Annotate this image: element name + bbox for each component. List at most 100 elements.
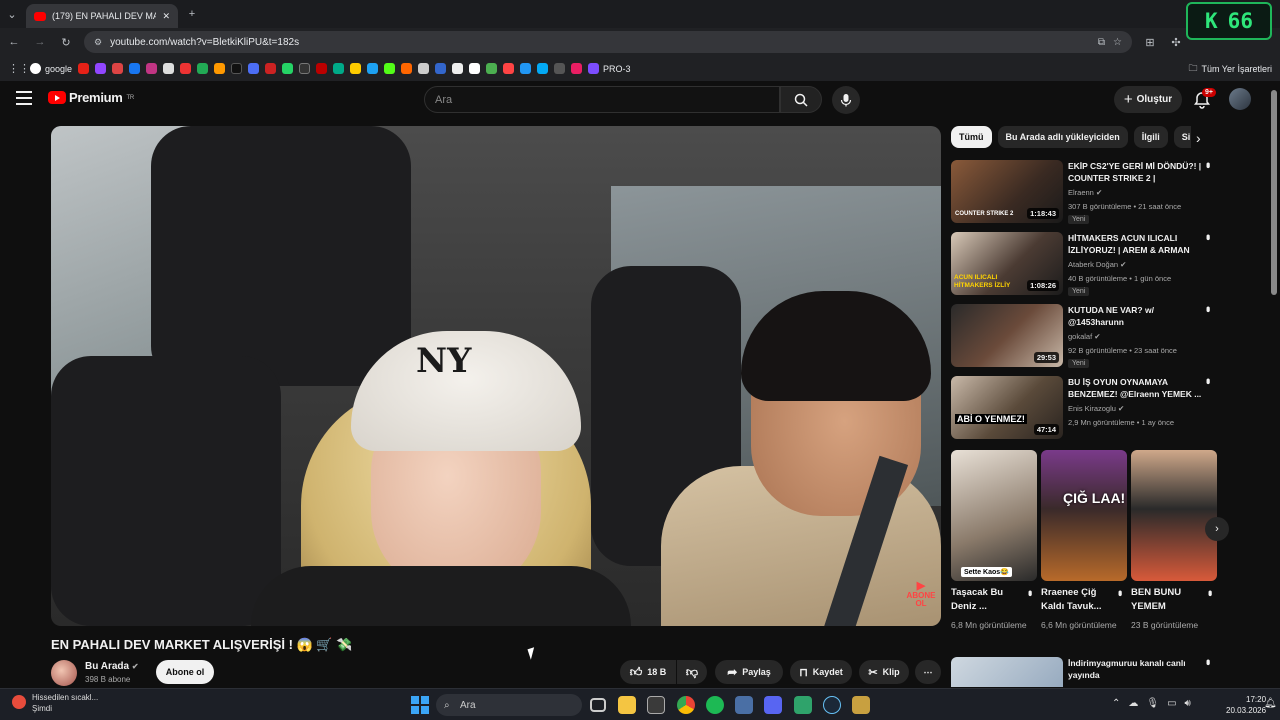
app-icon[interactable] <box>852 696 870 714</box>
file-explorer-icon[interactable] <box>618 696 636 714</box>
bookmark-icon[interactable] <box>401 63 413 74</box>
chevron-right-icon[interactable]: › <box>1196 130 1201 146</box>
bookmark-icon[interactable] <box>350 63 362 74</box>
create-button[interactable]: + Oluştur <box>1114 86 1182 113</box>
taskbar-search[interactable]: ⌕ Ara <box>436 694 582 716</box>
more-options-icon[interactable]: ••• <box>1201 659 1215 663</box>
like-button[interactable]: 👍︎ 18 B <box>620 660 676 684</box>
more-options-icon[interactable]: ••• <box>1023 590 1037 594</box>
spotify-icon[interactable] <box>706 696 724 714</box>
all-bookmarks[interactable]: 🗀 Tüm Yer İşaretleri <box>1188 61 1272 77</box>
bookmark-icon[interactable] <box>248 63 260 74</box>
chip-all[interactable]: Tümü <box>951 126 992 148</box>
chip-related[interactable]: İlgili <box>1133 126 1168 148</box>
volume-icon[interactable]: 🔊︎ <box>1185 698 1191 709</box>
bookmark-icon[interactable] <box>214 63 226 74</box>
recommendation-item[interactable]: İndirimyagmuruu kanalı canlı yayında ••• <box>951 657 1221 687</box>
bookmark-icon[interactable] <box>316 63 328 74</box>
video-thumbnail[interactable]: ABİ O YENMEZ! 47:14 <box>951 376 1063 439</box>
system-clock[interactable]: 17:20 20.03.2026 <box>1226 694 1266 716</box>
short-title[interactable]: Taşacak Bu Deniz ... <box>951 586 1023 614</box>
video-thumbnail[interactable]: ACUN ILICALI HİTMAKERS İZLİY 1:08:26 <box>951 232 1063 295</box>
voice-search-button[interactable] <box>832 86 860 114</box>
install-icon[interactable]: ⧉ <box>1098 37 1105 48</box>
browser-tab[interactable]: (179) EN PAHALI DEV MARKET ✕ <box>26 4 178 28</box>
bookmark-google[interactable]: google <box>30 63 72 74</box>
bookmark-icon[interactable] <box>180 63 192 74</box>
microphone-icon[interactable]: 🎙︎ <box>1146 698 1159 709</box>
bookmark-icon[interactable] <box>384 63 396 74</box>
channel-name[interactable]: Bu Arada ✔ <box>85 661 139 672</box>
short-thumbnail[interactable]: Sette Kaos😂 <box>951 450 1037 581</box>
bookmark-icon[interactable] <box>333 63 345 74</box>
bookmark-icon[interactable] <box>95 63 107 74</box>
discord-icon[interactable] <box>764 696 782 714</box>
bookmark-icon[interactable] <box>197 63 209 74</box>
system-tray[interactable]: ⌃ ☁ 🎙︎ ▭ 🔊︎ <box>1112 698 1191 709</box>
bookmark-icon[interactable] <box>282 63 294 74</box>
store-icon[interactable] <box>647 696 665 714</box>
bookmark-icon[interactable] <box>520 63 532 74</box>
more-options-icon[interactable]: ••• <box>1201 234 1215 238</box>
bookmark-icon[interactable] <box>265 63 277 74</box>
video-player[interactable]: NY ▶ ABONE OL <box>51 126 941 626</box>
bookmark-icon[interactable] <box>435 63 447 74</box>
bookmark-icon[interactable] <box>418 63 430 74</box>
bookmark-icon[interactable] <box>503 63 515 74</box>
search-input[interactable]: Ara <box>424 86 780 113</box>
recommendation-item[interactable]: 29:53 KUTUDA NE VAR? w/ @1453harunn goka… <box>951 304 1221 368</box>
bookmark-icon[interactable] <box>78 63 90 74</box>
account-avatar[interactable] <box>1229 88 1251 110</box>
subscribe-button[interactable]: Abone ol <box>156 660 214 684</box>
puzzle-icon[interactable]: ✣ <box>1168 36 1184 49</box>
chip-more[interactable]: Si <box>1173 126 1191 148</box>
tab-close-icon[interactable]: ✕ <box>162 11 170 22</box>
share-button[interactable]: ➦ Paylaş <box>715 660 783 684</box>
bookmark-icon[interactable] <box>112 63 124 74</box>
chrome-icon[interactable] <box>677 696 695 714</box>
chip-uploader[interactable]: Bu Arada adlı yükleyiciden <box>997 126 1128 148</box>
short-thumbnail[interactable] <box>1131 450 1217 581</box>
save-button[interactable]: ⊓ Kaydet <box>790 660 852 684</box>
hamburger-menu-icon[interactable] <box>16 91 32 105</box>
video-thumbnail[interactable]: COUNTER STRIKE 2 1:18:43 <box>951 160 1063 223</box>
more-options-icon[interactable]: ••• <box>1201 306 1215 310</box>
cloud-icon[interactable]: ☁ <box>1128 698 1138 709</box>
dislike-button[interactable]: 👎︎ <box>677 660 707 684</box>
app-icon[interactable] <box>794 696 812 714</box>
bookmark-icon[interactable] <box>146 63 158 74</box>
search-button[interactable] <box>780 86 822 113</box>
recommendation-item[interactable]: COUNTER STRIKE 2 1:18:43 EKİP CS2'YE GER… <box>951 160 1221 224</box>
site-info-icon[interactable]: ⚙ <box>94 37 102 48</box>
extensions-icon[interactable]: ⊞ <box>1142 36 1158 49</box>
bookmark-star-icon[interactable]: ☆ <box>1113 37 1122 48</box>
video-thumbnail[interactable] <box>951 657 1063 687</box>
more-actions-button[interactable]: ⋯ <box>915 660 941 684</box>
bookmark-icon[interactable] <box>554 63 566 74</box>
bookmark-icon[interactable] <box>469 63 481 74</box>
recommendation-item[interactable]: ACUN ILICALI HİTMAKERS İZLİY 1:08:26 HİT… <box>951 232 1221 296</box>
new-tab-icon[interactable]: + <box>184 8 200 20</box>
back-icon[interactable]: ← <box>6 36 22 48</box>
bookmark-pro3[interactable]: PRO-3 <box>588 63 631 74</box>
bookmark-icon[interactable] <box>163 63 175 74</box>
video-thumbnail[interactable]: 29:53 <box>951 304 1063 367</box>
apps-grid-icon[interactable]: ⋮⋮ <box>8 62 30 75</box>
windows-start-icon[interactable] <box>411 696 429 714</box>
bookmark-icon[interactable] <box>231 63 243 74</box>
task-view-icon[interactable] <box>590 698 606 712</box>
chevron-up-icon[interactable]: ⌃ <box>1112 698 1120 709</box>
more-options-icon[interactable]: ••• <box>1201 378 1215 382</box>
app-icon[interactable] <box>735 696 753 714</box>
tab-search-icon[interactable]: ⌄ <box>4 8 20 21</box>
weather-widget[interactable]: Hissedilen sıcakl... Şimdi <box>8 692 98 714</box>
bookmark-icon[interactable] <box>129 63 141 74</box>
bookmark-icon[interactable] <box>452 63 464 74</box>
steam-icon[interactable] <box>823 696 841 714</box>
short-title[interactable]: BEN BUNU YEMEM <box>1131 586 1203 614</box>
bookmark-icon[interactable] <box>299 63 311 74</box>
more-options-icon[interactable]: ••• <box>1203 590 1217 594</box>
youtube-premium-logo[interactable]: Premium TR <box>48 90 134 105</box>
bookmark-icon[interactable] <box>537 63 549 74</box>
clip-button[interactable]: ✂ Klip <box>859 660 909 684</box>
